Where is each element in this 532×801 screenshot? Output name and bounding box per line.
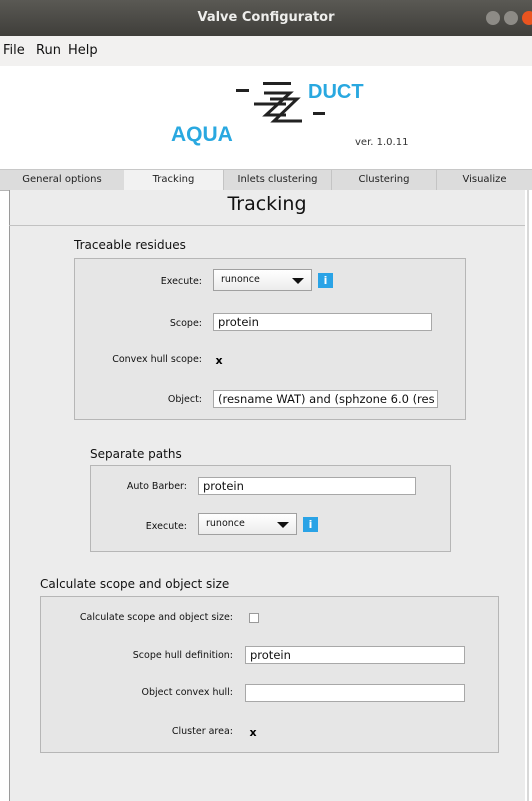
traceable-residues-title: Traceable residues: [74, 238, 186, 252]
cluster-area-checkbox[interactable]: x: [248, 727, 258, 738]
convex-hull-scope-label: Convex hull scope:: [112, 354, 202, 365]
execute-combo[interactable]: runonce: [213, 269, 312, 291]
close-button[interactable]: [522, 11, 532, 25]
object-convex-hull-input[interactable]: [245, 684, 465, 702]
aquaduct-logo: AQUA DUCT: [171, 81, 364, 146]
execute-label: Execute:: [160, 276, 202, 287]
title-divider: [9, 225, 525, 226]
auto-barber-label: Auto Barber:: [126, 481, 187, 492]
maximize-button[interactable]: [504, 11, 518, 25]
cluster-area-label: Cluster area:: [171, 726, 233, 737]
page-title: Tracking: [227, 193, 307, 215]
scrollbar[interactable]: [525, 190, 532, 801]
logo-aqua: AQUA: [171, 123, 233, 146]
chevron-down-icon: [292, 278, 304, 284]
menu-file[interactable]: File: [3, 43, 25, 58]
separate-execute-combo[interactable]: runonce: [198, 513, 297, 535]
tab-general-options[interactable]: General options: [0, 170, 125, 190]
object-convex-hull-label: Object convex hull:: [141, 687, 233, 698]
chevron-down-icon: [277, 522, 289, 528]
object-input[interactable]: (resname WAT) and (sphzone 6.0 (res: [213, 390, 438, 408]
window-titlebar[interactable]: Valve Configurator: [0, 0, 532, 36]
window-title: Valve Configurator: [197, 10, 335, 25]
tab-bar: General options Tracking Inlets clusteri…: [0, 169, 532, 191]
separate-execute-label: Execute:: [145, 521, 187, 532]
tab-clustering[interactable]: Clustering: [332, 170, 437, 190]
scope-hull-definition-label: Scope hull definition:: [132, 650, 233, 661]
version-label: ver. 1.0.11: [355, 137, 409, 148]
menu-bar: File Run Help: [0, 36, 532, 67]
calc-scope-size-checkbox[interactable]: [249, 613, 259, 623]
menu-run[interactable]: Run: [36, 43, 61, 58]
separate-execute-value: runonce: [206, 518, 245, 529]
scope-hull-definition-input[interactable]: protein: [245, 646, 465, 664]
scope-label: Scope:: [169, 318, 202, 329]
calculate-scope-title: Calculate scope and object size: [40, 577, 230, 591]
convex-hull-scope-checkbox[interactable]: x: [214, 355, 224, 366]
logo-duct: DUCT: [308, 81, 364, 103]
info-icon[interactable]: i: [303, 517, 318, 532]
tab-inlets-clustering[interactable]: Inlets clustering: [224, 170, 332, 190]
calc-scope-size-label: Calculate scope and object size:: [79, 612, 233, 623]
info-icon[interactable]: i: [318, 273, 333, 288]
scope-input[interactable]: protein: [213, 313, 432, 331]
menu-help[interactable]: Help: [68, 43, 98, 58]
separate-paths-title: Separate paths: [90, 447, 182, 461]
object-label: Object:: [167, 394, 202, 405]
logo-area: AQUA DUCT ver. 1.0.11: [0, 66, 532, 170]
minimize-button[interactable]: [486, 11, 500, 25]
execute-value: runonce: [221, 274, 260, 285]
tab-visualize[interactable]: Visualize: [437, 170, 532, 190]
tab-tracking[interactable]: Tracking: [124, 170, 224, 191]
auto-barber-input[interactable]: protein: [198, 477, 416, 495]
